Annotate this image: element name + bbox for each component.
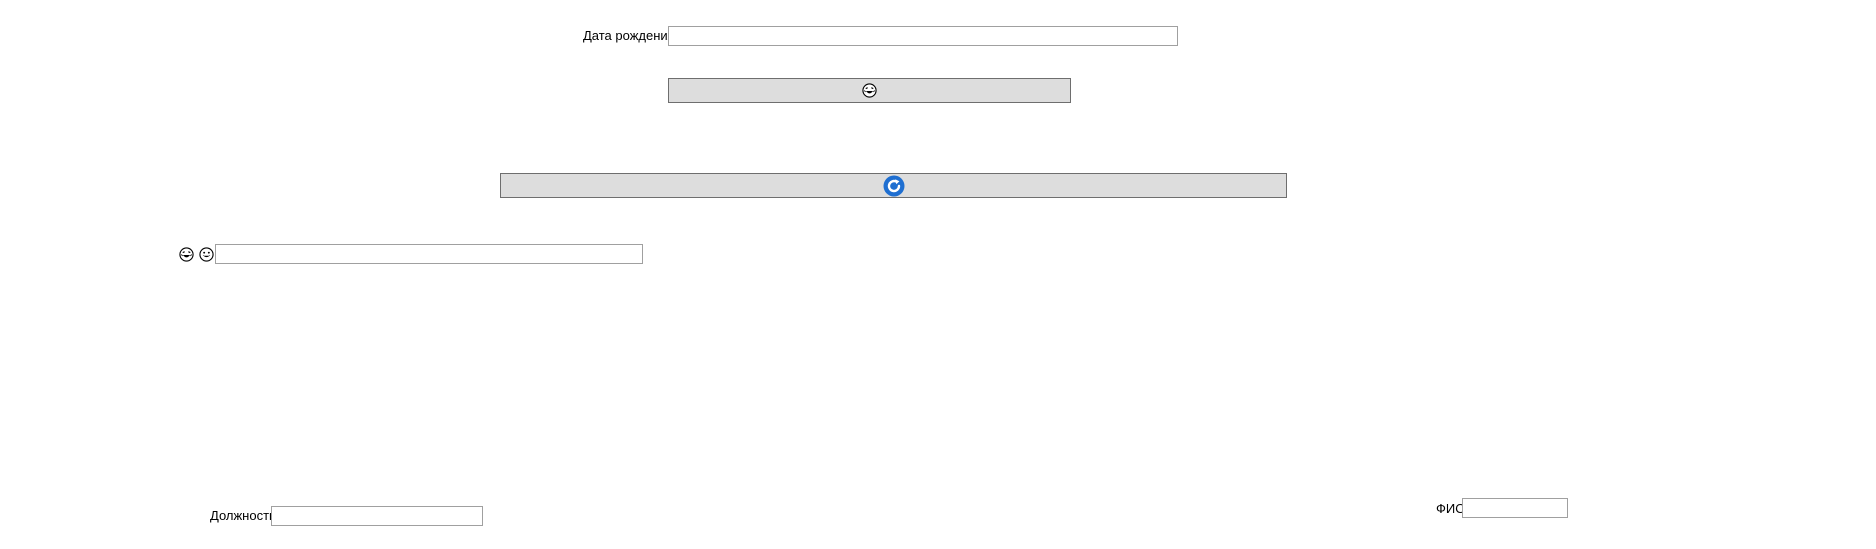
birth-date-label: Дата рождения [583,28,675,43]
position-label: Должность [210,508,276,523]
form-window: Дата рождения Должность ФИО [0,0,1876,549]
full-name-label: ФИО [1436,501,1466,516]
refresh-button[interactable] [500,173,1287,198]
birth-date-input[interactable] [668,26,1178,46]
laughing-face-icon [862,83,877,98]
grinning-face-icon [199,247,214,262]
full-name-input[interactable] [1462,498,1568,518]
emoji-button[interactable] [668,78,1071,103]
laughing-face-icon [179,247,194,262]
refresh-icon [883,175,905,197]
emoji-input[interactable] [215,244,643,264]
position-input[interactable] [271,506,483,526]
